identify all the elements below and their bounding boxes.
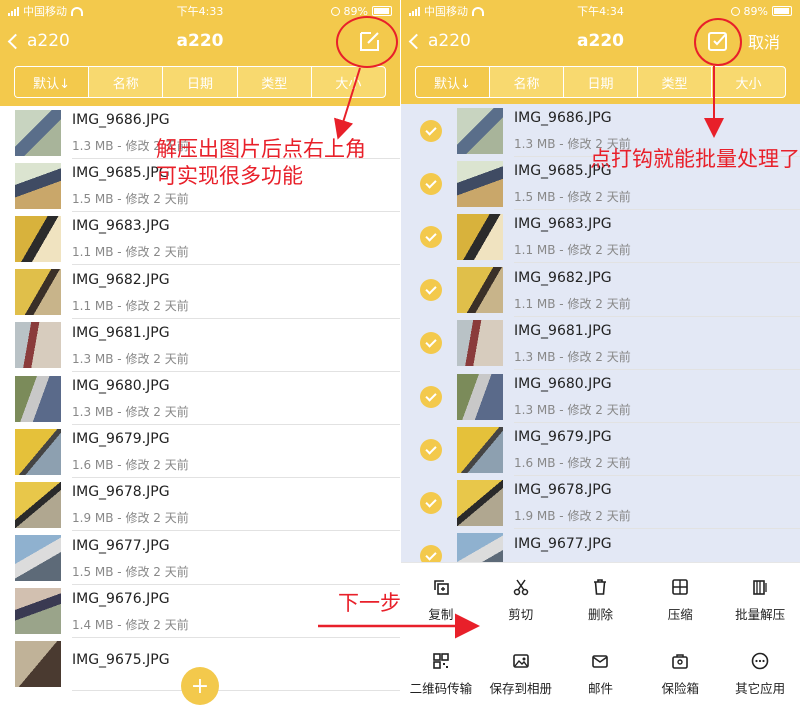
annotation-left: 解压出图片后点右上角 可实现很多功能 (156, 136, 366, 190)
annotation-left-line1: 解压出图片后点右上角 (156, 137, 366, 161)
annotation-next-step: 下一步 (338, 591, 401, 615)
annotation-left-line2: 可实现很多功能 (156, 164, 303, 188)
arrow-to-edit (334, 67, 361, 140)
screenshot-stage: 中国移动 下午4:33 89% a220 a220 默认↓ 名称 日期 类型 大… (0, 0, 800, 711)
annotation-right: 点打钩就能批量处理了 (590, 147, 800, 171)
